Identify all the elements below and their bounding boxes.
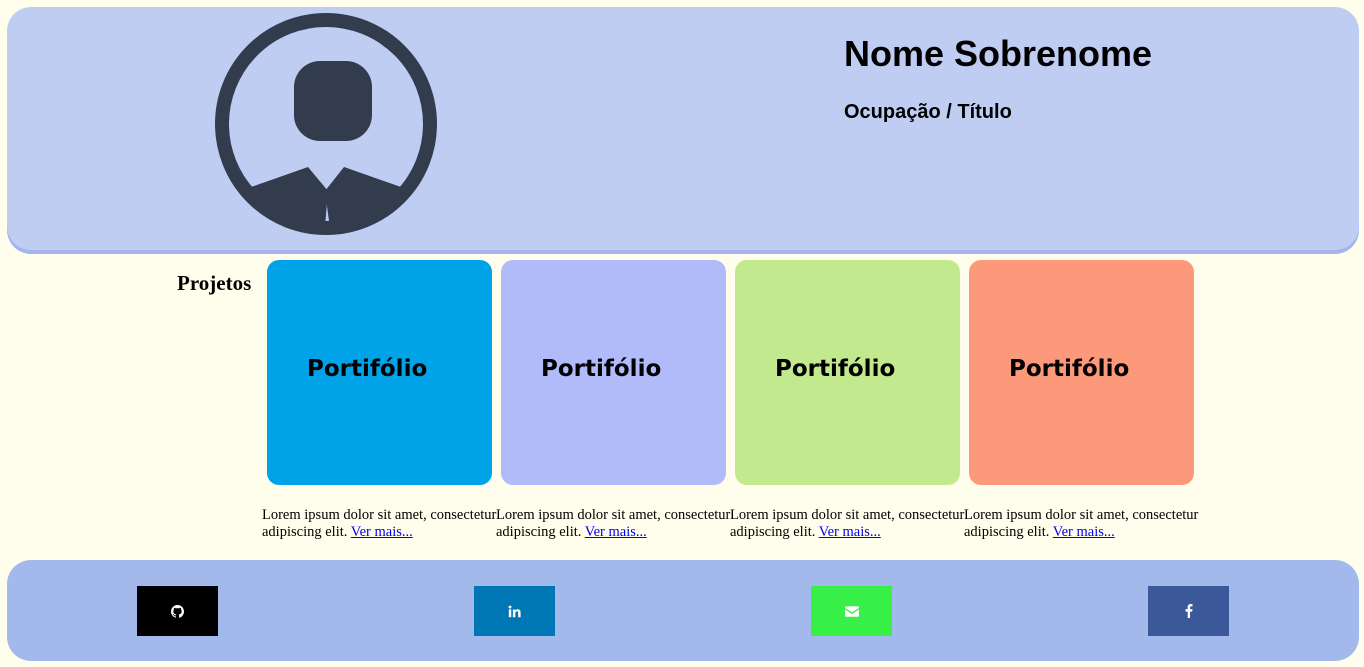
see-more-link[interactable]: Ver mais... (351, 524, 413, 540)
linkedin-icon (508, 605, 521, 617)
project-description: Lorem ipsum dolor sit amet, consectetur … (730, 507, 965, 541)
envelope-icon (844, 605, 859, 617)
github-button[interactable] (137, 586, 218, 636)
project-card[interactable]: Portifólio (267, 260, 492, 485)
projects-title: Projetos (177, 271, 252, 295)
user-avatar-icon (215, 13, 437, 235)
project-description: Lorem ipsum dolor sit amet, consectetur … (496, 507, 731, 541)
email-button[interactable] (811, 586, 892, 636)
project-card-label: Portifólio (775, 356, 896, 382)
facebook-icon (1185, 604, 1192, 618)
profile-header: Nome Sobrenome Ocupação / Título (7, 7, 1359, 250)
profile-role: Ocupação / Título (844, 101, 1012, 123)
github-icon (171, 604, 184, 618)
see-more-link[interactable]: Ver mais... (585, 524, 647, 540)
project-card-label: Portifólio (541, 356, 662, 382)
social-footer (7, 560, 1359, 661)
project-description: Lorem ipsum dolor sit amet, consectetur … (964, 507, 1199, 541)
project-card-label: Portifólio (1009, 356, 1130, 382)
facebook-button[interactable] (1148, 586, 1229, 636)
project-card[interactable]: Portifólio (969, 260, 1194, 485)
project-card-label: Portifólio (307, 356, 428, 382)
project-description: Lorem ipsum dolor sit amet, consectetur … (262, 507, 497, 541)
linkedin-button[interactable] (474, 586, 555, 636)
project-card[interactable]: Portifólio (735, 260, 960, 485)
profile-name: Nome Sobrenome (844, 33, 1153, 74)
see-more-link[interactable]: Ver mais... (1053, 524, 1115, 540)
project-card[interactable]: Portifólio (501, 260, 726, 485)
see-more-link[interactable]: Ver mais... (819, 524, 881, 540)
